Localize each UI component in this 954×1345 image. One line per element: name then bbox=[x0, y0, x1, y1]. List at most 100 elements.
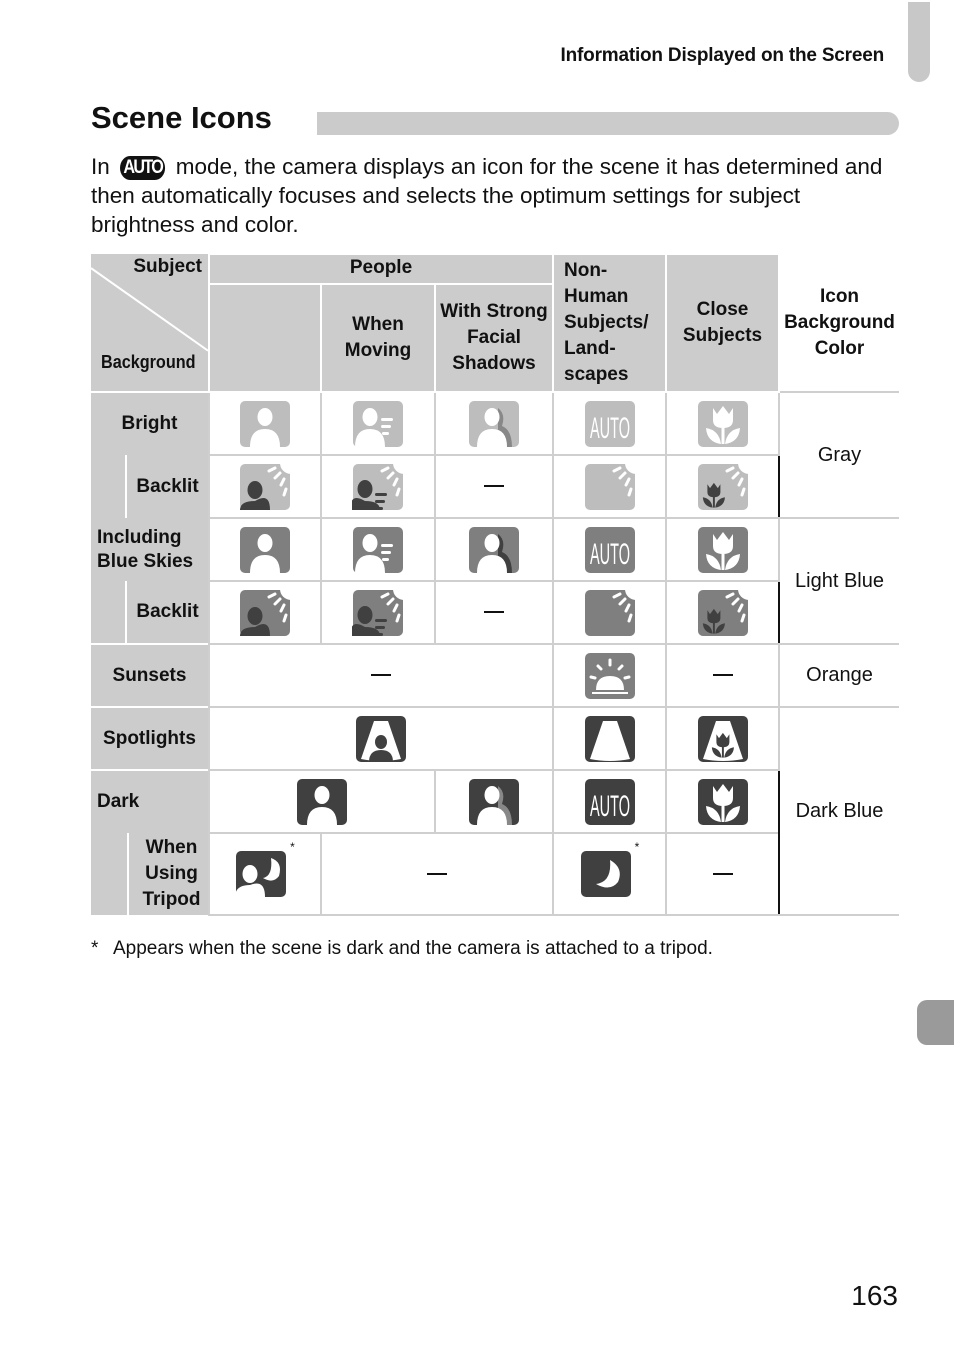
chapter-tab bbox=[917, 1000, 954, 1045]
header-when-moving: When Moving bbox=[320, 283, 436, 393]
empty-cell bbox=[434, 454, 554, 519]
portrait-icon-graphic bbox=[240, 400, 290, 447]
background-label: Background bbox=[101, 352, 196, 372]
backlit-macro-icon bbox=[697, 462, 749, 511]
spotlight-portrait-icon-graphic bbox=[356, 715, 406, 762]
icon-cell bbox=[665, 706, 780, 771]
icon-cell: AUTO bbox=[552, 391, 667, 456]
spotlight-icon-graphic bbox=[584, 715, 635, 762]
portrait-shadow-icon bbox=[468, 526, 520, 574]
empty-cell bbox=[434, 580, 554, 645]
portrait-icon-graphic bbox=[240, 526, 290, 573]
dash bbox=[712, 872, 733, 875]
icon-cell bbox=[208, 769, 436, 834]
portrait-shadow-icon-graphic bbox=[469, 400, 519, 447]
row-label-bright: Bright bbox=[91, 392, 209, 455]
auto-icon-graphic: AUTO bbox=[584, 526, 635, 573]
portrait-shadow-icon-graphic bbox=[469, 526, 519, 573]
portrait-moving-icon bbox=[352, 526, 404, 574]
row-label-dark: Dark bbox=[91, 769, 209, 833]
portrait-icon bbox=[239, 400, 291, 448]
color-gray: Gray bbox=[778, 391, 899, 519]
icon-cell: * bbox=[208, 832, 322, 916]
color-light-blue: Light Blue bbox=[778, 517, 899, 645]
backlit-portrait-icon-graphic bbox=[240, 588, 291, 636]
backlit-macro-icon-graphic bbox=[697, 588, 749, 636]
icon-cell bbox=[208, 580, 322, 645]
icon-cell bbox=[552, 706, 667, 771]
icon-cell bbox=[434, 391, 554, 456]
backlit-moving-icon bbox=[352, 462, 404, 511]
asterisk: * bbox=[634, 840, 640, 854]
header-non-human: Non-Human Subjects/ Land-scapes bbox=[552, 253, 667, 393]
icon-cell bbox=[665, 454, 780, 519]
icon-cell bbox=[320, 454, 436, 519]
icon-cell bbox=[208, 391, 322, 456]
icon-cell bbox=[434, 517, 554, 582]
backlit-macro-icon-graphic bbox=[697, 462, 749, 510]
corner-header: Subject Background bbox=[91, 254, 210, 393]
dash bbox=[484, 485, 504, 488]
portrait-shadow-icon bbox=[468, 400, 520, 448]
icon-cell bbox=[665, 391, 780, 456]
macro-tulip-icon-graphic bbox=[697, 400, 748, 447]
icon-cell bbox=[320, 580, 436, 645]
intro-paragraph: In AUTO mode, the camera displays an ico… bbox=[91, 152, 901, 239]
night-portrait-icon bbox=[235, 850, 287, 898]
header-people: People bbox=[208, 253, 554, 285]
portrait-moving-icon-graphic bbox=[353, 400, 403, 447]
backlit-label: Backlit bbox=[127, 455, 208, 518]
row-label-blue-skies: Including Blue Skies bbox=[91, 518, 209, 581]
header-close-subjects: Close Subjects bbox=[665, 253, 780, 393]
backlit-icon bbox=[584, 462, 636, 511]
asterisk: * bbox=[290, 840, 295, 854]
empty-cell bbox=[320, 832, 554, 916]
empty-cell bbox=[665, 643, 780, 708]
dash bbox=[484, 611, 504, 614]
auto-icon: AUTO bbox=[584, 526, 636, 574]
page-number: 163 bbox=[851, 1280, 898, 1311]
night-portrait-icon-graphic bbox=[235, 851, 287, 897]
spotlight-portrait-icon bbox=[355, 715, 407, 763]
macro-tulip-icon bbox=[697, 526, 749, 574]
macro-tulip-icon bbox=[697, 778, 749, 826]
macro-tulip-icon-graphic bbox=[697, 526, 748, 573]
auto-icon: AUTO bbox=[584, 400, 636, 448]
footnote-text: Appears when the scene is dark and the c… bbox=[113, 938, 713, 959]
icon-cell bbox=[552, 454, 667, 519]
icon-cell: * bbox=[552, 832, 667, 916]
row-label-spotlights: Spotlights bbox=[91, 706, 209, 770]
footnote: * Appears when the scene is dark and the … bbox=[91, 938, 713, 960]
backlit-moving-icon bbox=[352, 588, 404, 637]
icon-cell bbox=[552, 643, 667, 708]
macro-tulip-icon bbox=[697, 400, 749, 448]
icon-cell bbox=[665, 517, 780, 582]
running-head: Information Displayed on the Screen bbox=[560, 45, 885, 66]
header-strong-shadows: With Strong Facial Shadows bbox=[434, 283, 554, 393]
backlit-portrait-icon-graphic bbox=[240, 462, 291, 510]
auto-icon-graphic: AUTO bbox=[584, 400, 635, 447]
section-title: Scene Icons bbox=[91, 100, 272, 135]
subject-label: Subject bbox=[133, 256, 202, 277]
backlit-icon-graphic bbox=[584, 588, 636, 636]
intro-text-rest: mode, the camera displays an icon for th… bbox=[91, 154, 883, 237]
tripod-label: When Using Tripod bbox=[129, 833, 208, 915]
dash bbox=[712, 674, 733, 677]
spotlight-icon bbox=[584, 715, 636, 763]
icon-cell: AUTO bbox=[552, 769, 667, 834]
header-icon-bg-color: Icon Background Color bbox=[778, 254, 899, 392]
icon-cell bbox=[665, 580, 780, 645]
svg-text:AUTO: AUTO bbox=[590, 538, 630, 571]
header-people-general bbox=[208, 284, 322, 393]
backlit-portrait-icon bbox=[239, 588, 291, 637]
auto-icon-graphic: AUTO bbox=[584, 778, 635, 825]
icon-cell bbox=[208, 517, 322, 582]
intro-text-start: In bbox=[91, 154, 117, 179]
icon-cell bbox=[320, 391, 436, 456]
auto-icon: AUTO bbox=[584, 778, 636, 826]
row-label-bright-backlit: Backlit bbox=[91, 455, 209, 518]
portrait-moving-icon bbox=[352, 400, 404, 448]
svg-text:AUTO: AUTO bbox=[590, 790, 630, 823]
color-dark-blue: Dark Blue bbox=[778, 706, 899, 916]
color-orange: Orange bbox=[778, 643, 899, 708]
